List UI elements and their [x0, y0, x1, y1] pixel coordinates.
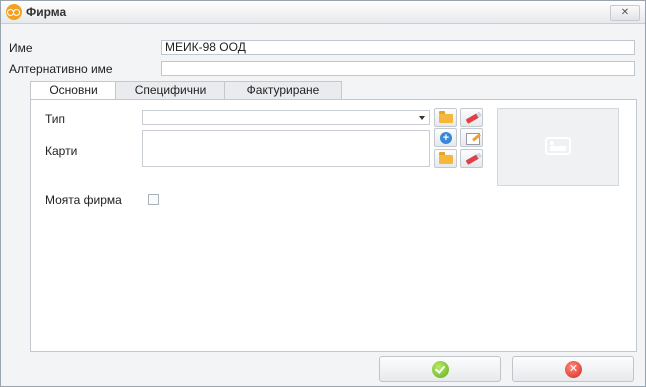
cards-list[interactable] — [142, 130, 430, 167]
firm-dialog: Фирма ✕ Име МЕИК-98 ООД Алтернативно име… — [0, 0, 646, 387]
cards-open-button[interactable] — [434, 149, 457, 168]
my-firm-checkbox[interactable] — [148, 194, 159, 205]
cards-label: Карти — [45, 144, 78, 158]
folder-open-icon — [439, 152, 453, 164]
my-firm-label: Моята фирма — [45, 193, 122, 207]
title-bar: Фирма ✕ — [1, 1, 645, 24]
tab-invoicing[interactable]: Фактуриране — [224, 81, 342, 100]
logo-image-placeholder[interactable] — [497, 108, 619, 186]
cards-add-button[interactable]: + — [434, 128, 457, 147]
folder-open-icon — [439, 111, 453, 123]
type-select[interactable] — [142, 110, 430, 125]
tab-panel-main: Тип Карти + Моята фирма — [30, 99, 637, 352]
eraser-icon — [465, 113, 480, 124]
ok-button[interactable] — [379, 356, 501, 382]
name-input[interactable]: МЕИК-98 ООД — [161, 40, 635, 55]
window-title: Фирма — [26, 5, 67, 19]
alt-name-label: Алтернативно име — [9, 62, 113, 76]
x-icon: ✕ — [565, 361, 582, 378]
cancel-button[interactable]: ✕ — [512, 356, 634, 382]
type-clear-button[interactable] — [460, 108, 483, 127]
cards-edit-button[interactable] — [460, 128, 483, 147]
name-label: Име — [9, 41, 33, 55]
close-button[interactable]: ✕ — [610, 5, 640, 21]
image-placeholder-icon — [545, 137, 571, 155]
checkmark-icon — [432, 361, 449, 378]
edit-icon — [466, 133, 480, 145]
alt-name-input[interactable] — [161, 61, 635, 76]
cards-clear-button[interactable] — [460, 149, 483, 168]
type-label: Тип — [45, 112, 66, 126]
tab-specific[interactable]: Специфични — [115, 81, 226, 100]
tab-main[interactable]: Основни — [30, 81, 117, 101]
plus-circle-icon: + — [440, 132, 452, 144]
app-logo-icon — [6, 4, 22, 20]
eraser-icon — [465, 154, 480, 165]
type-open-button[interactable] — [434, 108, 457, 127]
chevron-down-icon[interactable] — [419, 116, 425, 120]
